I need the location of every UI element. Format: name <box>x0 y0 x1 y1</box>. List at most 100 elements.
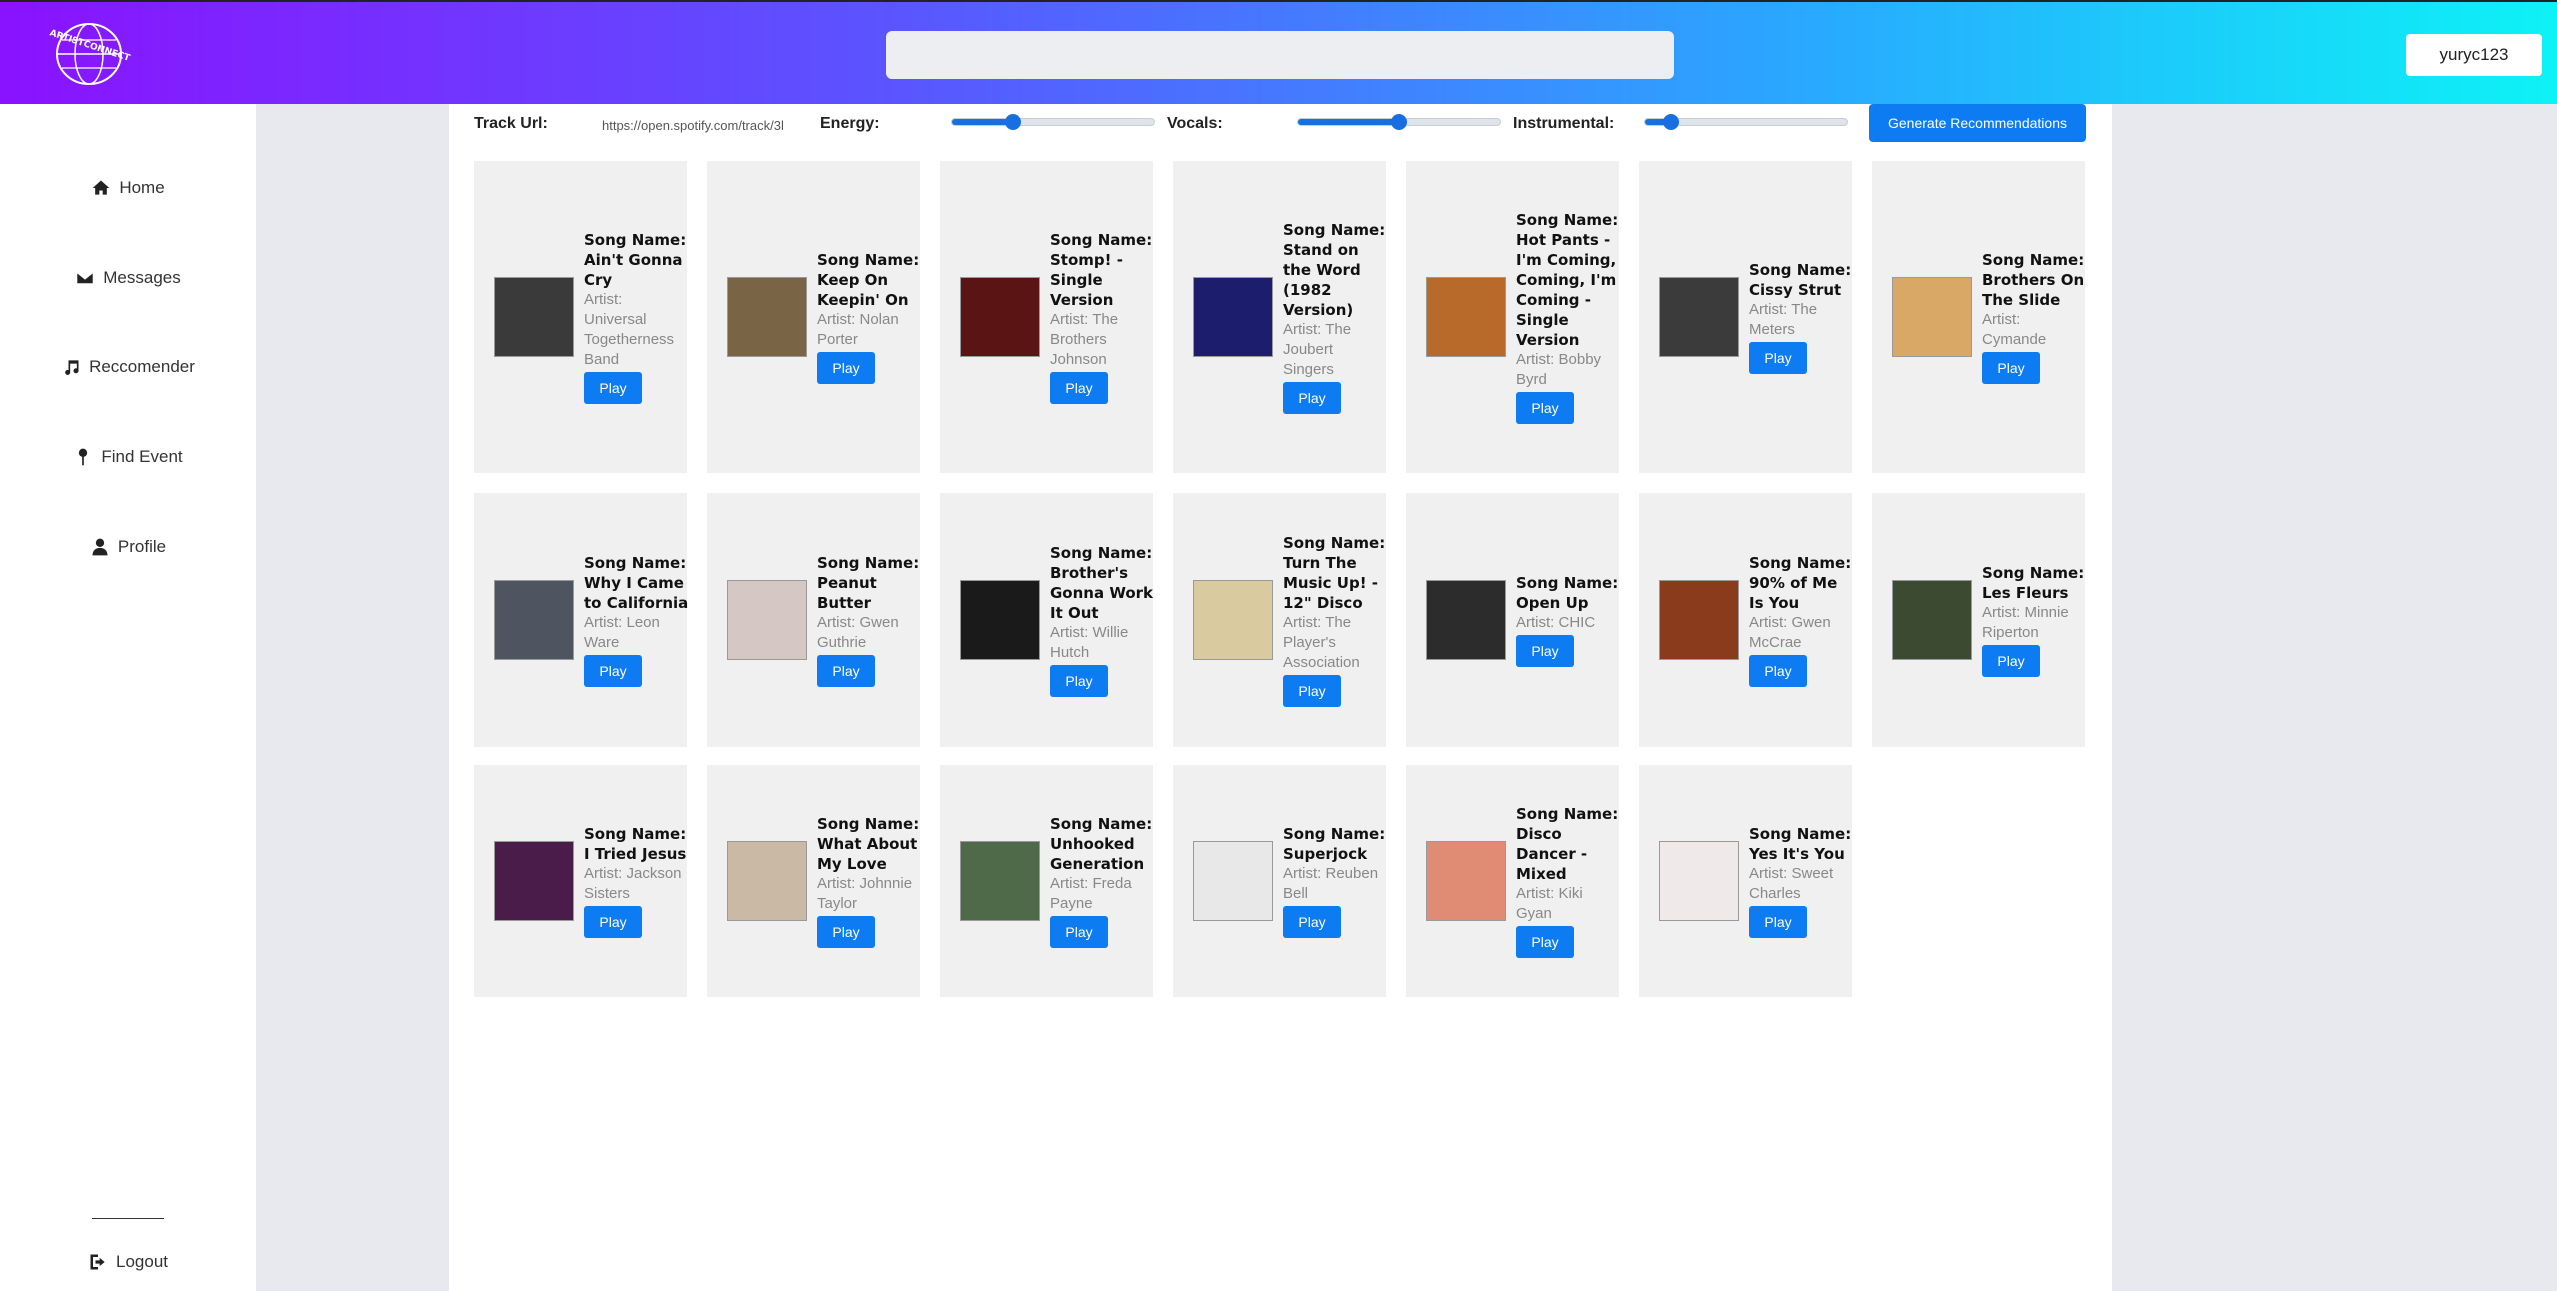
play-button[interactable]: Play <box>584 655 642 687</box>
artist-name: Artist: The Meters <box>1749 301 1818 338</box>
top-bar: ARTISTCONNECT yuryc123 <box>0 0 2557 104</box>
artist-name: Artist: Gwen McCrae <box>1749 614 1831 651</box>
divider <box>92 1218 164 1219</box>
slider-thumb[interactable] <box>1004 114 1021 130</box>
generate-recommendations-button[interactable]: Generate Recommendations <box>1869 104 2086 142</box>
song-info: Song Name: Disco Dancer - Mixed Artist: K… <box>1516 804 1621 958</box>
sidebar-item-messages[interactable]: Messages <box>0 258 256 298</box>
song-info: Song Name: Turn The Music Up! - 12" Disc… <box>1283 533 1388 707</box>
slider-thumb[interactable] <box>1663 114 1680 130</box>
song-info: Song Name: Cissy Strut Artist: The Meters… <box>1749 260 1854 374</box>
song-card: Song Name: What About My Love Artist: Joh… <box>707 765 920 997</box>
artistconnect-logo[interactable]: ARTISTCONNECT <box>34 18 144 88</box>
play-button[interactable]: Play <box>1749 906 1807 938</box>
song-name: Song Name: 90% of Me Is You <box>1749 554 1852 612</box>
song-name: Song Name: Brothers On The Slide <box>1982 251 2085 309</box>
envelope-icon <box>76 271 95 285</box>
artist-name: Artist: The Player's Association <box>1283 614 1360 671</box>
play-button[interactable]: Play <box>817 352 875 384</box>
song-name: Song Name: Stand on the Word (1982 Versi… <box>1283 221 1386 319</box>
album-art <box>960 277 1040 357</box>
sidebar-item-label: Home <box>119 178 165 197</box>
song-name: Song Name: What About My Love <box>817 815 920 873</box>
vocals-label: Vocals: <box>1167 115 1223 132</box>
artist-name: Artist: Nolan Porter <box>817 311 899 348</box>
song-info: Song Name: Peanut Butter Artist: Gwen Gut… <box>817 553 922 687</box>
artist-name: Artist: CHIC <box>1516 614 1596 631</box>
recommendation-controls: Track Url: Energy: Vocals: Instrumental:… <box>449 104 2112 144</box>
song-info: Song Name: 90% of Me Is You Artist: Gwen … <box>1749 553 1854 687</box>
play-button[interactable]: Play <box>1050 372 1108 404</box>
search-input[interactable] <box>886 31 1674 79</box>
album-art <box>1659 580 1739 660</box>
song-card: Song Name: Yes It's You Artist: Sweet Cha… <box>1639 765 1852 997</box>
play-button[interactable]: Play <box>584 372 642 404</box>
play-button[interactable]: Play <box>1516 392 1574 424</box>
artist-name: Artist: Minnie Riperton <box>1982 604 2069 641</box>
song-info: Song Name: I Tried Jesus Artist: Jackson … <box>584 824 689 938</box>
song-info: Song Name: Brother's Gonna Work It Out Ar… <box>1050 543 1155 697</box>
vocals-slider[interactable] <box>1297 114 1501 130</box>
song-name: Song Name: Les Fleurs <box>1982 564 2085 602</box>
play-button[interactable]: Play <box>1050 916 1108 948</box>
sidebar-item-reccomender[interactable]: Reccomender <box>0 347 256 387</box>
play-button[interactable]: Play <box>817 916 875 948</box>
sidebar: Home Messages Reccomender Find Event Pro… <box>0 104 256 1291</box>
artist-name: Artist: Leon Ware <box>584 614 660 651</box>
artist-name: Artist: Kiki Gyan <box>1516 885 1583 922</box>
album-art <box>1892 277 1972 357</box>
song-info: Song Name: Stand on the Word (1982 Versi… <box>1283 220 1388 414</box>
song-name: Song Name: Ain't Gonna Cry <box>584 231 687 289</box>
play-button[interactable]: Play <box>1749 342 1807 374</box>
album-art <box>494 580 574 660</box>
logout-label: Logout <box>116 1252 168 1271</box>
play-button[interactable]: Play <box>1516 635 1574 667</box>
play-button[interactable]: Play <box>1749 655 1807 687</box>
play-button[interactable]: Play <box>1516 926 1574 958</box>
energy-slider[interactable] <box>951 114 1155 130</box>
play-button[interactable]: Play <box>817 655 875 687</box>
song-name: Song Name: Open Up <box>1516 574 1619 612</box>
artist-name: Artist: Universal Togetherness Band <box>584 291 675 368</box>
song-name: Song Name: Superjock <box>1283 825 1386 863</box>
album-art <box>1892 580 1972 660</box>
song-name: Song Name: Keep On Keepin' On <box>817 251 920 309</box>
album-art <box>727 841 807 921</box>
track-url-input[interactable] <box>602 114 807 136</box>
song-card: Song Name: Les Fleurs Artist: Minnie Ripe… <box>1872 493 2085 747</box>
sign-out-icon <box>90 1254 105 1270</box>
logout-button[interactable]: Logout <box>0 1242 256 1282</box>
sidebar-item-profile[interactable]: Profile <box>0 527 256 567</box>
play-button[interactable]: Play <box>1982 645 2040 677</box>
play-button[interactable]: Play <box>1283 382 1341 414</box>
sidebar-item-home[interactable]: Home <box>0 168 256 208</box>
album-art <box>1426 277 1506 357</box>
song-info: Song Name: Brothers On The Slide Artist: … <box>1982 250 2087 384</box>
song-info: Song Name: Stomp! - Single Version Artist… <box>1050 230 1155 404</box>
play-button[interactable]: Play <box>1283 675 1341 707</box>
album-art <box>1193 580 1273 660</box>
play-button[interactable]: Play <box>1050 665 1108 697</box>
song-card: Song Name: Hot Pants - I'm Coming, Comin… <box>1406 161 1619 473</box>
play-button[interactable]: Play <box>584 906 642 938</box>
energy-label: Energy: <box>820 115 880 132</box>
song-name: Song Name: Unhooked Generation <box>1050 815 1153 873</box>
play-button[interactable]: Play <box>1283 906 1341 938</box>
song-card: Song Name: Brothers On The Slide Artist: … <box>1872 161 2085 473</box>
slider-thumb[interactable] <box>1391 114 1407 130</box>
song-info: Song Name: Unhooked Generation Artist: Fr… <box>1050 814 1155 948</box>
song-card: Song Name: Superjock Artist: Reuben Bell P… <box>1173 765 1386 997</box>
artist-name: Artist: Gwen Guthrie <box>817 614 899 651</box>
song-info: Song Name: Keep On Keepin' On Artist: Nol… <box>817 250 922 384</box>
album-art <box>1193 277 1273 357</box>
artist-name: Artist: Johnnie Taylor <box>817 875 913 912</box>
song-name: Song Name: Peanut Butter <box>817 554 920 612</box>
song-name: Song Name: Disco Dancer - Mixed <box>1516 805 1619 883</box>
user-menu-button[interactable]: yuryc123 <box>2406 34 2542 76</box>
instrumental-slider[interactable] <box>1644 114 1848 130</box>
play-button[interactable]: Play <box>1982 352 2040 384</box>
instrumental-label: Instrumental: <box>1513 115 1615 132</box>
song-info: Song Name: Les Fleurs Artist: Minnie Ripe… <box>1982 563 2087 677</box>
sidebar-item-find-event[interactable]: Find Event <box>0 437 256 477</box>
artist-name: Artist: Bobby Byrd <box>1516 351 1602 388</box>
